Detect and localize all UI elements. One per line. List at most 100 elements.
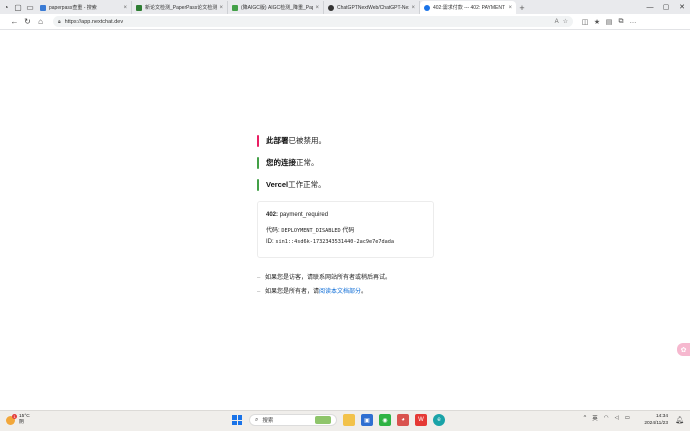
tab-title: 402:需求付款 --- 402: PAYMENT <box>433 5 506 11</box>
home-icon[interactable]: ⌂ <box>34 15 47 29</box>
tab-402-payment[interactable]: 402:需求付款 --- 402: PAYMENT × <box>420 1 516 14</box>
window-controls: — ▢ ✕ <box>642 0 690 14</box>
owner-hint-suffix: 。 <box>361 289 368 295</box>
error-code-row: 402: payment_required <box>266 210 425 221</box>
collections-icon[interactable]: ▤ <box>603 15 615 29</box>
status-subject: 此部署 <box>266 136 289 145</box>
help-list: 如果您是访客，请联系网站所有者或稍后再试。 如果您是所有者，请阅读本文档部分。 <box>257 271 437 299</box>
clock-date: 2024/11/23 <box>644 420 668 426</box>
system-tray: ^ 英 ◠ ◁ ▭ <box>578 414 630 422</box>
address-bar[interactable]: 🔒︎ https://app.nextchat.dev A ☆ <box>53 16 573 27</box>
tab-title: paperpass查重 - 搜索 <box>49 5 97 11</box>
taskbar: 1 15°C 阴 ⌕ 搜索 ▣ ◉ ◕ W e ^ 英 ◠ ◁ ▭ 14:34 2… <box>0 410 690 431</box>
error-id-row: ID: sin1::4sd6k-1732343531440-2ac9e7e7da… <box>266 237 425 248</box>
error-details-box: 402: payment_required 代码: DEPLOYMENT_DIS… <box>257 201 434 258</box>
code-suffix: 代码 <box>342 228 355 234</box>
owner-hint-prefix: 如果您是所有者，请 <box>265 289 320 295</box>
tab-github-nextchat[interactable]: ChatGPTNextWeb/ChatGPT-Next × <box>324 1 420 14</box>
docs-link[interactable]: 阅读本文档部分 <box>319 289 361 295</box>
split-screen-icon[interactable]: ◫ <box>579 15 591 29</box>
wechat-icon[interactable]: ◉ <box>379 414 391 426</box>
store-icon[interactable]: ▣ <box>361 414 373 426</box>
error-type-row: 代码: DEPLOYMENT_DISABLED 代码 <box>266 226 425 237</box>
weather-badge: 1 <box>12 413 17 419</box>
url-text[interactable]: https://app.nextchat.dev <box>65 19 551 25</box>
file-explorer-icon[interactable] <box>343 414 355 426</box>
status-message: 已被禁用。 <box>288 136 327 145</box>
status-bar-green <box>257 157 259 169</box>
tab-strip: ◔ ▢ ▭ paperpass查重 - 搜索 × 新论文检测_PaperPass… <box>0 0 690 14</box>
read-aloud-icon[interactable]: A <box>555 19 559 25</box>
volume-icon[interactable]: ◁ <box>615 415 619 421</box>
github-favicon-icon <box>328 4 334 11</box>
owner-hint: 如果您是所有者，请阅读本文档部分。 <box>257 285 437 299</box>
minimize-icon[interactable]: — <box>642 0 658 14</box>
close-tab-icon[interactable]: × <box>123 5 127 11</box>
error-code-text: payment_required <box>279 212 329 218</box>
paperpass-favicon-icon <box>136 4 142 11</box>
wps-icon[interactable]: W <box>415 414 427 426</box>
app-avatar-icon[interactable]: ◕ <box>397 414 409 426</box>
status-bar-green <box>257 179 259 191</box>
maximize-icon[interactable]: ▢ <box>658 0 674 14</box>
search-icon: ⌕ <box>255 416 259 423</box>
visitor-hint: 如果您是访客，请联系网站所有者或稍后再试。 <box>257 271 437 285</box>
status-bar-pink <box>257 135 259 147</box>
favorites-icon[interactable]: ★ <box>591 15 603 29</box>
sidebar-assistant-button[interactable]: ✿ <box>677 343 690 356</box>
error-page: 此部署已被禁用。 您的连接正常。 Vercel工作正常。 402: paymen… <box>257 135 437 299</box>
bing-favicon-icon <box>40 4 46 11</box>
close-window-icon[interactable]: ✕ <box>674 0 690 14</box>
more-menu-icon[interactable]: … <box>627 15 639 29</box>
close-tab-icon[interactable]: × <box>411 5 415 11</box>
weather-desc: 阴 <box>19 420 24 425</box>
tab-title: ChatGPTNextWeb/ChatGPT-Next <box>337 4 410 11</box>
refresh-icon[interactable]: ↻ <box>21 15 34 29</box>
search-highlight-icon <box>315 416 331 424</box>
status-subject: 您的连接 <box>266 158 296 167</box>
tab-aigc-check[interactable]: (降AIGC版) AIGC检测_降重_Paper × <box>228 1 324 14</box>
start-button[interactable] <box>232 415 242 425</box>
workspaces-icon[interactable]: ▢ <box>12 0 24 14</box>
id-value: sin1::4sd6k-1732343531440-2ac9e7e7dada <box>275 239 395 245</box>
new-tab-button[interactable]: + <box>516 1 528 14</box>
ime-indicator[interactable]: 英 <box>592 414 598 422</box>
clock[interactable]: 14:34 2024/11/23 <box>644 414 668 427</box>
tab-actions-icon[interactable]: ▭ <box>24 0 36 14</box>
notification-bell-icon[interactable]: 🔔︎ <box>675 416 684 424</box>
weather-temp: 15°C <box>19 414 30 419</box>
id-label: ID: <box>266 239 274 245</box>
vercel-status: Vercel工作正常。 <box>257 179 437 191</box>
weather-widget[interactable]: 1 15°C 阴 <box>6 413 30 426</box>
edge-icon[interactable]: e <box>433 414 445 426</box>
status-message: 正常。 <box>296 158 319 167</box>
lock-icon[interactable]: 🔒︎ <box>58 19 61 25</box>
battery-icon[interactable]: ▭ <box>625 415 630 421</box>
status-subject: Vercel <box>266 180 289 189</box>
close-tab-icon[interactable]: × <box>219 5 223 11</box>
search-placeholder: 搜索 <box>262 418 274 424</box>
tab-title: 新论文检测_PaperPass论文检测 <box>145 5 218 11</box>
tray-overflow-icon[interactable]: ^ <box>584 415 587 421</box>
deployment-status: 此部署已被禁用。 <box>257 135 437 147</box>
tab-paperpass-search[interactable]: paperpass查重 - 搜索 × <box>36 1 132 14</box>
wifi-icon[interactable]: ◠ <box>604 415 609 421</box>
close-tab-icon[interactable]: × <box>315 5 319 11</box>
nextchat-favicon-icon <box>424 4 430 11</box>
paperpass-favicon-icon <box>232 4 238 11</box>
favorite-star-icon[interactable]: ☆ <box>563 18 568 25</box>
code-value: DEPLOYMENT_DISABLED <box>281 228 341 234</box>
tab-title: (降AIGC版) AIGC检测_降重_Paper <box>241 5 314 11</box>
taskbar-search-box[interactable]: ⌕ 搜索 <box>249 414 337 426</box>
extensions-icon[interactable]: ⧉ <box>615 15 627 29</box>
browser-toolbar: ← ↻ ⌂ 🔒︎ https://app.nextchat.dev A ☆ ◫ … <box>0 14 690 30</box>
weather-icon: 1 <box>6 413 17 425</box>
tab-paperpass-check[interactable]: 新论文检测_PaperPass论文检测 × <box>132 1 228 14</box>
error-code: 402: <box>266 212 279 218</box>
code-label: 代码: <box>266 228 280 234</box>
profile-icon[interactable]: ◔ <box>0 0 12 14</box>
connection-status: 您的连接正常。 <box>257 157 437 169</box>
close-tab-icon[interactable]: × <box>508 5 512 11</box>
status-message: 工作正常。 <box>288 180 326 189</box>
back-icon[interactable]: ← <box>8 15 21 29</box>
